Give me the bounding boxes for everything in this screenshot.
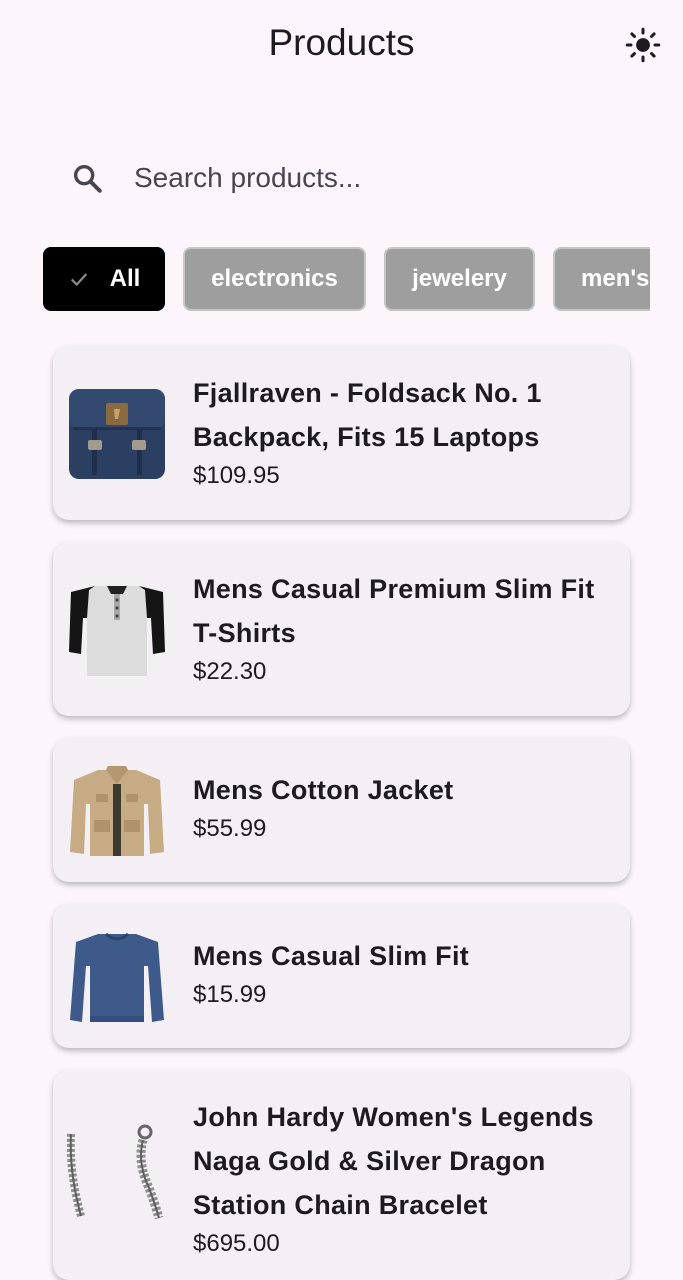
products-screen: Products Search products... All electron… xyxy=(0,0,683,1280)
app-bar: Products xyxy=(0,0,683,90)
filter-chip-electronics[interactable]: electronics xyxy=(183,247,366,311)
filter-chip-label: electronics xyxy=(211,265,338,292)
filter-chip-jewelery[interactable]: jewelery xyxy=(384,247,535,311)
product-image-backpack xyxy=(67,383,167,483)
product-price: $22.30 xyxy=(193,658,267,685)
search-input[interactable] xyxy=(134,162,574,194)
product-info: Fjallraven - Foldsack No. 1 Backpack, Fi… xyxy=(193,371,618,493)
product-name: John Hardy Women's Legends Naga Gold & S… xyxy=(193,1102,594,1220)
product-card[interactable]: Fjallraven - Foldsack No. 1 Backpack, Fi… xyxy=(53,346,630,520)
product-name: Mens Casual Slim Fit xyxy=(193,941,470,971)
filter-chip-all[interactable]: All xyxy=(43,247,165,311)
product-price: $15.99 xyxy=(193,981,267,1008)
product-name: Mens Cotton Jacket xyxy=(193,775,454,805)
filter-chip-label: men's xyxy=(581,265,650,292)
product-card[interactable]: Mens Cotton Jacket $55.99 xyxy=(53,738,630,882)
filter-chip-label: jewelery xyxy=(412,265,507,292)
product-image-jacket xyxy=(67,762,167,862)
product-card[interactable]: Mens Casual Slim Fit $15.99 xyxy=(53,904,630,1048)
product-info: Mens Cotton Jacket $55.99 xyxy=(193,768,618,846)
search-icon xyxy=(68,159,106,197)
product-card[interactable]: Mens Casual Premium Slim Fit T-Shirts $2… xyxy=(53,542,630,716)
product-image-t-shirt xyxy=(67,580,167,680)
page-title: Products xyxy=(268,22,415,63)
category-filter-chips: All electronics jewelery men's xyxy=(43,247,650,315)
product-price: $109.95 xyxy=(193,462,280,489)
product-info: Mens Casual Premium Slim Fit T-Shirts $2… xyxy=(193,567,618,689)
product-info: John Hardy Women's Legends Naga Gold & S… xyxy=(193,1095,618,1261)
search-bar[interactable] xyxy=(52,140,632,216)
product-name: Fjallraven - Foldsack No. 1 Backpack, Fi… xyxy=(193,378,542,452)
product-price: $55.99 xyxy=(193,815,267,842)
filter-chip-mens-clothing[interactable]: men's xyxy=(553,247,650,311)
product-card[interactable]: John Hardy Women's Legends Naga Gold & S… xyxy=(53,1070,630,1280)
product-image-bracelet xyxy=(67,1122,167,1222)
check-icon xyxy=(68,268,90,290)
product-price: $695.00 xyxy=(193,1230,280,1257)
product-image-long-sleeve-shirt xyxy=(67,928,167,1028)
sun-icon xyxy=(625,27,661,63)
filter-chip-label: All xyxy=(109,265,141,292)
theme-toggle-button[interactable] xyxy=(620,22,666,68)
product-info: Mens Casual Slim Fit $15.99 xyxy=(193,934,618,1012)
product-name: Mens Casual Premium Slim Fit T-Shirts xyxy=(193,574,595,648)
